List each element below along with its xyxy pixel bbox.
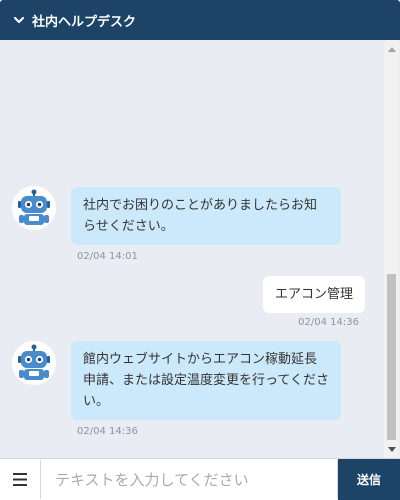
bot-avatar: [12, 186, 56, 230]
chat-title: 社内ヘルプデスク: [32, 14, 137, 30]
message-timestamp: 02/04 14:36: [77, 426, 138, 437]
bot-message: 館内ウェブサイトからエアコン稼動延長申請、または設定温度変更を行ってください。: [71, 341, 341, 420]
user-message: エアコン管理: [262, 276, 365, 313]
scrollbar-thumb[interactable]: [387, 274, 396, 440]
robot-icon: [18, 344, 50, 380]
message-timestamp: 02/04 14:36: [298, 317, 359, 328]
chat-scrollbar[interactable]: [384, 40, 399, 458]
message-timestamp: 02/04 14:01: [77, 251, 138, 262]
scroll-up-arrow-icon[interactable]: [384, 42, 399, 56]
robot-icon: [18, 189, 50, 225]
bot-avatar: [12, 341, 56, 385]
chat-history[interactable]: 社内でお困りのことがありましたらお知らせください。 02/04 14:01 エア…: [0, 40, 400, 458]
chat-header[interactable]: 社内ヘルプデスク: [0, 0, 400, 40]
bot-message: 社内でお困りのことがありましたらお知らせください。: [71, 187, 341, 245]
chat-footer: 送信: [0, 458, 400, 500]
message-input[interactable]: [40, 460, 338, 499]
menu-icon[interactable]: [0, 459, 40, 500]
scroll-down-arrow-icon[interactable]: [384, 442, 399, 456]
send-button[interactable]: 送信: [338, 459, 400, 500]
chevron-down-icon[interactable]: [12, 13, 26, 27]
